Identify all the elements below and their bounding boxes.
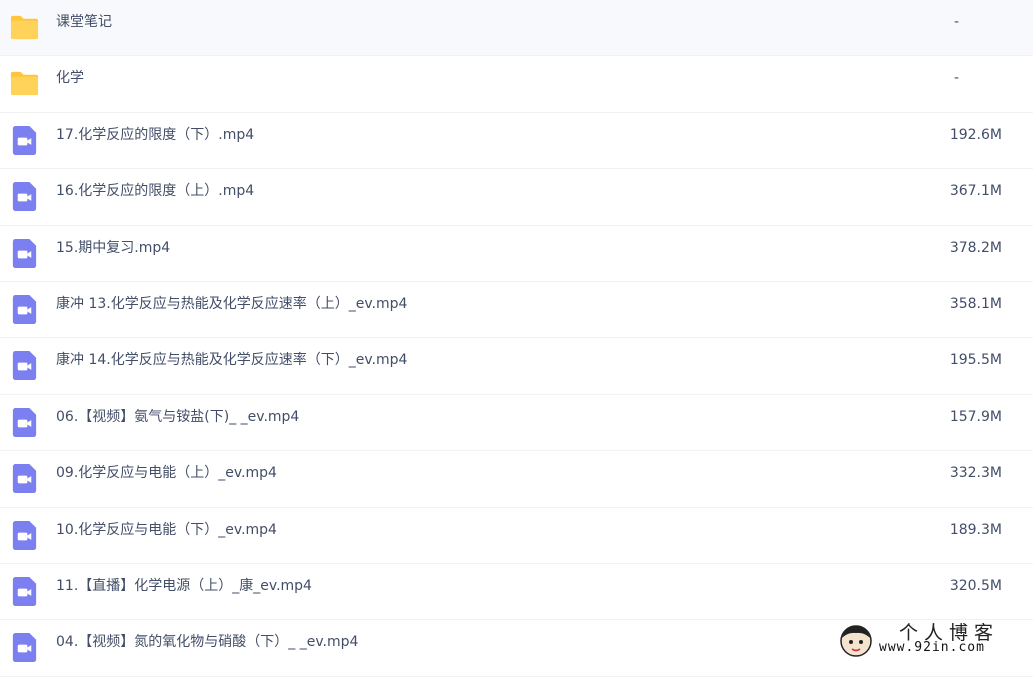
file-name[interactable]: 课堂笔记	[56, 0, 112, 44]
video-file-icon	[9, 520, 40, 551]
file-name[interactable]: 康冲 14.化学反应与热能及化学反应速率（下）_ev.mp4	[56, 338, 407, 382]
file-row[interactable]: 课堂笔记 -	[0, 0, 1033, 57]
video-file-icon	[9, 632, 40, 663]
file-row[interactable]: 15.期中复习.mp4 378.2M	[0, 226, 1033, 282]
file-size: -	[953, 14, 959, 30]
file-size: 157.9M	[949, 408, 1002, 425]
file-name[interactable]: 06.【视频】氨气与铵盐(下)_ _ev.mp4	[56, 395, 299, 439]
file-row[interactable]: 10.化学反应与电能（下）_ev.mp4 189.3M	[0, 508, 1033, 564]
file-row[interactable]: 康冲 14.化学反应与热能及化学反应速率（下）_ev.mp4 195.5M	[0, 338, 1033, 395]
video-file-icon	[9, 407, 40, 438]
file-row[interactable]: 康冲 13.化学反应与热能及化学反应速率（上）_ev.mp4 358.1M	[0, 282, 1033, 339]
file-size: 378.2M	[949, 239, 1002, 256]
file-size: 332.3M	[949, 465, 1002, 482]
file-name[interactable]: 15.期中复习.mp4	[56, 226, 170, 270]
file-row[interactable]: 化学 -	[0, 56, 1033, 113]
file-row[interactable]: 09.化学反应与电能（上）_ev.mp4 332.3M	[0, 451, 1033, 508]
file-name[interactable]: 16.化学反应的限度（上）.mp4	[56, 169, 254, 213]
watermark-url: www.92in.com	[879, 640, 985, 655]
video-file-icon	[9, 294, 40, 325]
file-row[interactable]: 06.【视频】氨气与铵盐(下)_ _ev.mp4 157.9M	[0, 395, 1033, 452]
file-size: 192.6M	[949, 126, 1002, 143]
file-name[interactable]: 09.化学反应与电能（上）_ev.mp4	[56, 451, 277, 495]
file-size: 320.5M	[949, 577, 1002, 594]
video-file-icon	[9, 463, 40, 494]
folder-icon	[9, 12, 40, 43]
file-row[interactable]: 17.化学反应的限度（下）.mp4 192.6M	[0, 113, 1033, 170]
file-list: 课堂笔记 - 化学 - 17.化学反应的限度（下）.mp4 192.6M 16.化学反应的限…	[0, 0, 1033, 677]
file-size: 195.5M	[949, 352, 1002, 369]
file-name[interactable]: 11.【直播】化学电源（上）_康_ev.mp4	[56, 564, 312, 608]
folder-icon	[9, 68, 40, 99]
watermark-avatar-icon	[840, 625, 872, 657]
watermark: 个人博客 www.92in.com	[839, 620, 1029, 660]
file-size: -	[953, 70, 959, 87]
video-file-icon	[9, 350, 40, 381]
video-file-icon	[9, 125, 40, 156]
file-size: 358.1M	[949, 295, 1002, 312]
file-row[interactable]: 11.【直播】化学电源（上）_康_ev.mp4 320.5M	[0, 564, 1033, 621]
file-name[interactable]: 康冲 13.化学反应与热能及化学反应速率（上）_ev.mp4	[56, 282, 407, 326]
file-size: 367.1M	[949, 183, 1002, 200]
file-name[interactable]: 17.化学反应的限度（下）.mp4	[56, 113, 254, 157]
file-row[interactable]: 16.化学反应的限度（上）.mp4 367.1M	[0, 169, 1033, 226]
file-name[interactable]: 化学	[56, 56, 84, 100]
file-name[interactable]: 10.化学反应与电能（下）_ev.mp4	[56, 508, 277, 552]
video-file-icon	[9, 238, 40, 269]
file-size: 189.3M	[949, 521, 1002, 538]
video-file-icon	[9, 181, 40, 212]
file-name[interactable]: 04.【视频】氮的氧化物与硝酸（下）_ _ev.mp4	[56, 620, 358, 664]
video-file-icon	[9, 576, 40, 607]
